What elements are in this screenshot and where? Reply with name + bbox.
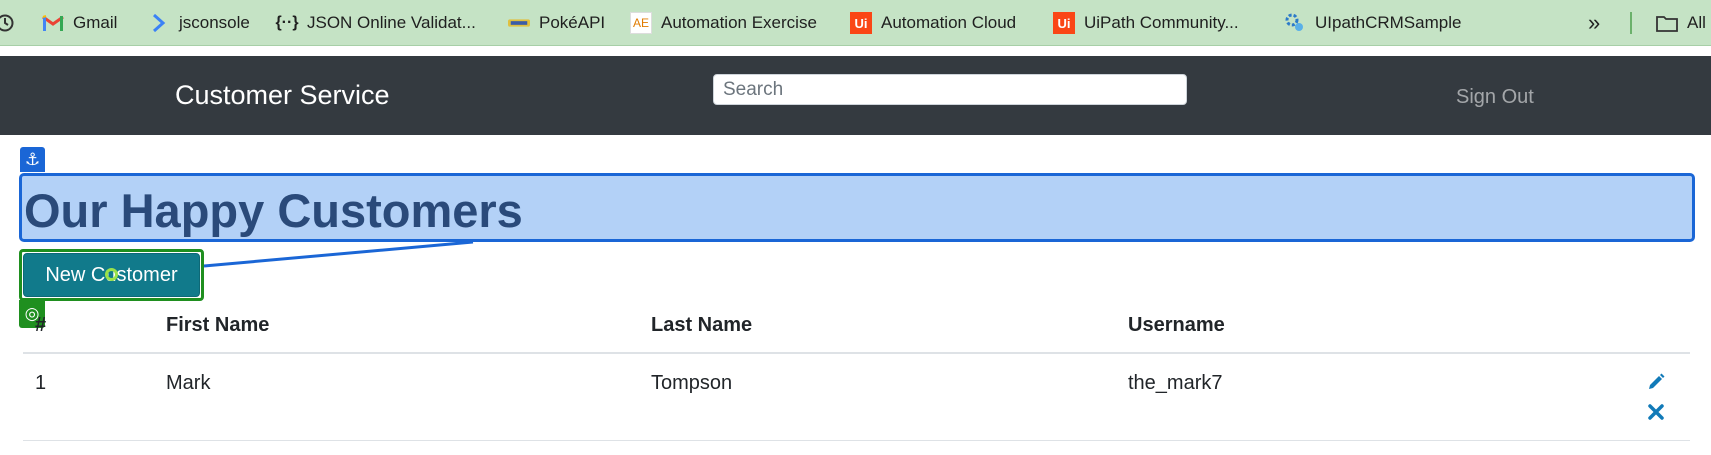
automation-exercise-icon: AE: [630, 12, 652, 34]
search-input[interactable]: [713, 74, 1187, 105]
gear-cloud-icon: [1284, 12, 1306, 34]
bookmark-label: Automation Cloud: [881, 13, 1017, 32]
sign-out-link[interactable]: Sign Out: [1456, 86, 1534, 109]
cell-first-name: Mark: [166, 372, 211, 394]
bookmark-all-folder[interactable]: All: [1656, 11, 1706, 35]
bookmark-automation-exercise[interactable]: AE Automation Exercise: [630, 11, 817, 35]
column-header-last-name: Last Name: [651, 314, 753, 336]
bookmark-jsconsole[interactable]: jsconsole: [148, 11, 250, 35]
column-header-id: #: [35, 314, 47, 336]
bookmarks-bar: Gmail jsconsole {··} JSON Online Validat…: [0, 0, 1711, 46]
bookmark-label: JSON Online Validat...: [307, 13, 476, 32]
delete-icon[interactable]: [1645, 401, 1667, 423]
anchor-icon: ⚓: [20, 147, 45, 172]
page-title: Our Happy Customers: [24, 184, 523, 237]
cell-id: 1: [35, 372, 47, 394]
bookmark-label: PokéAPI: [539, 13, 606, 32]
bookmarks-overflow-label: »: [1588, 10, 1601, 35]
bookmarks-divider: [1630, 12, 1632, 34]
bookmark-label: Automation Exercise: [661, 13, 817, 32]
bookmark-json-validator[interactable]: {··} JSON Online Validat...: [275, 11, 476, 35]
bookmark-label: UIpathCRMSample: [1315, 13, 1462, 32]
history-icon[interactable]: [0, 11, 16, 35]
cell-last-name: Tompson: [651, 372, 733, 394]
table-row-divider: [23, 440, 1690, 441]
brand-link[interactable]: Customer Service: [175, 80, 390, 111]
table-header-divider: [23, 352, 1690, 354]
chevron-right-icon: [148, 12, 170, 34]
bookmark-uipath-crm-sample[interactable]: UIpathCRMSample: [1284, 11, 1461, 35]
folder-icon: [1656, 12, 1678, 34]
bookmark-automation-cloud[interactable]: Ui Automation Cloud: [850, 11, 1016, 35]
bookmark-label: UiPath Community...: [1084, 13, 1239, 32]
bookmarks-overflow-button[interactable]: »: [1588, 10, 1601, 35]
bookmark-pokeapi[interactable]: PokéAPI: [508, 11, 605, 35]
edit-icon[interactable]: [1645, 371, 1667, 393]
column-header-username: Username: [1128, 314, 1225, 336]
json-braces-icon: {··}: [275, 14, 299, 31]
bookmark-all-label: All: [1687, 13, 1706, 32]
cell-username: the_mark7: [1128, 372, 1223, 394]
pokeapi-icon: [508, 12, 530, 34]
bookmark-uipath-community[interactable]: Ui UiPath Community...: [1053, 11, 1239, 35]
bookmark-label: Gmail: [73, 13, 118, 32]
cursor-indicator-icon: [105, 268, 118, 281]
uipath-icon: Ui: [850, 12, 872, 34]
bookmark-gmail[interactable]: Gmail: [42, 11, 117, 35]
gmail-icon: [42, 12, 64, 34]
uipath-icon: Ui: [1053, 12, 1075, 34]
column-header-first-name: First Name: [166, 314, 270, 336]
app-navbar: Customer Service Sign Out: [0, 56, 1711, 135]
bookmark-label: jsconsole: [179, 13, 250, 32]
